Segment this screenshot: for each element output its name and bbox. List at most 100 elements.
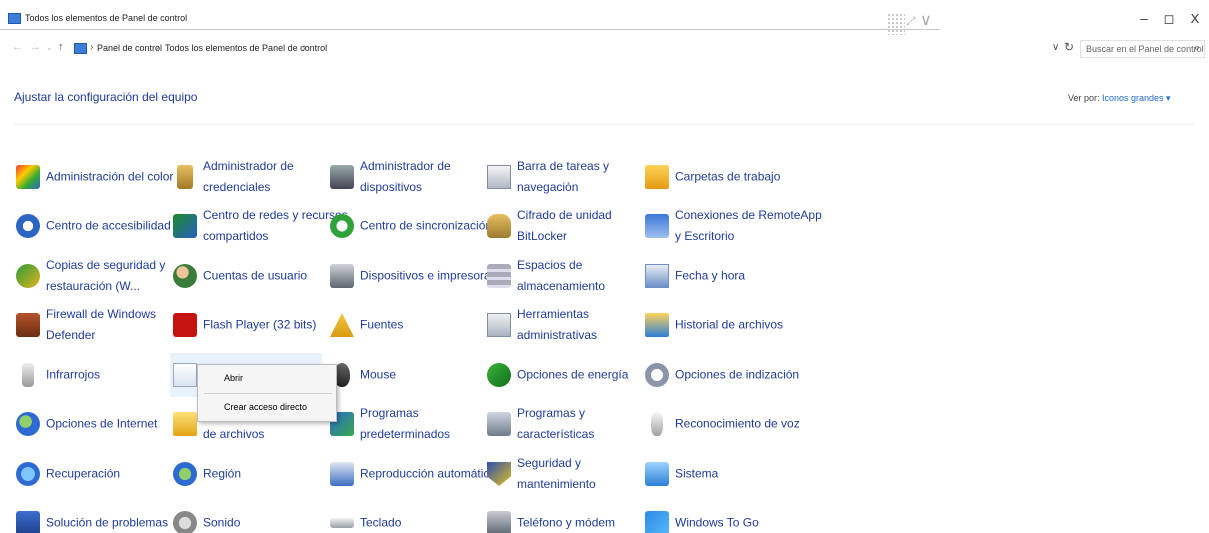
breadcrumb-control-panel[interactable]: Panel de control: [97, 43, 162, 53]
control-panel-item[interactable]: Centro de accesibilidad: [16, 204, 171, 248]
control-panel-item[interactable]: Copias de seguridad y restauración (W...: [16, 254, 166, 298]
breadcrumb-separator-icon[interactable]: ›: [156, 42, 159, 53]
control-panel-item[interactable]: Administración del color: [16, 155, 173, 199]
control-panel-item[interactable]: Solución de problemas: [16, 501, 169, 533]
item-label-line: predeterminados: [360, 427, 451, 441]
item-label: Administración del color: [46, 167, 173, 188]
chevron-down-icon[interactable]: ∨: [920, 10, 932, 30]
firewall-icon: [16, 313, 40, 337]
control-panel-item[interactable]: Firewall de Windows Defender: [16, 303, 166, 347]
context-menu-create-shortcut[interactable]: Crear acceso directo: [199, 402, 335, 412]
control-panel-item[interactable]: Conexiones de RemoteApp y Escritorio: [645, 204, 822, 248]
control-panel-item[interactable]: Opciones de energía: [487, 353, 637, 397]
close-button[interactable]: X: [1185, 11, 1205, 26]
item-label: Administrador de credenciales: [203, 156, 294, 198]
infrared-icon: [22, 363, 34, 387]
control-panel-item[interactable]: Recuperación: [16, 452, 166, 496]
view-by-dropdown[interactable]: Iconos grandes ▾: [1102, 93, 1171, 104]
item-label-line: Historial de archivos: [675, 317, 784, 332]
item-label: Seguridad y mantenimiento: [517, 453, 596, 495]
control-panel-item[interactable]: Sistema: [645, 452, 795, 496]
refresh-icon[interactable]: ↻: [1064, 40, 1074, 54]
control-panel-item[interactable]: Carpetas de trabajo: [645, 155, 795, 199]
control-panel-item[interactable]: Reproducción automática: [330, 452, 496, 496]
control-panel-item[interactable]: Centro de redes y recursos compartidos: [173, 204, 348, 248]
recent-dropdown-icon[interactable]: ⌄: [46, 43, 53, 52]
sound-icon: [173, 511, 197, 533]
item-label-line: Recuperación: [46, 466, 121, 481]
item-label-line: Sonido: [203, 515, 241, 530]
control-panel-item[interactable]: Teléfono y módem: [487, 501, 637, 533]
item-label: Opciones de energía: [517, 365, 628, 386]
color-management-icon: [16, 165, 40, 189]
item-label-line: de archivos: [203, 427, 265, 441]
item-label-line: Espacios de: [517, 258, 583, 272]
breadcrumb-separator-icon[interactable]: ›: [303, 42, 306, 53]
control-panel-item[interactable]: Fuentes: [330, 303, 480, 347]
breadcrumb-separator-icon[interactable]: ›: [90, 42, 93, 53]
item-label-line: Infrarrojos: [46, 367, 101, 382]
control-panel-item[interactable]: Historial de archivos: [645, 303, 795, 347]
context-menu-open[interactable]: Abrir: [199, 373, 335, 383]
control-panel-item[interactable]: Opciones de indización: [645, 353, 799, 397]
indexing-options-icon: [645, 363, 669, 387]
item-label-line: Carpetas de trabajo: [675, 169, 781, 184]
item-label-line: almacenamiento: [517, 279, 606, 293]
item-label: Cifrado de unidad BitLocker: [517, 205, 612, 247]
item-label: Historial de archivos: [675, 315, 783, 336]
item-label: Centro de sincronización: [360, 216, 492, 237]
control-panel-item[interactable]: Sonido: [173, 501, 323, 533]
control-panel-item[interactable]: Cifrado de unidad BitLocker: [487, 204, 637, 248]
devices-printers-icon: [330, 264, 354, 288]
control-panel-item[interactable]: Infrarrojos: [16, 353, 166, 397]
minimize-button[interactable]: –: [1134, 11, 1154, 26]
item-label: Mouse: [360, 365, 396, 386]
control-panel-item[interactable]: Centro de sincronización: [330, 204, 492, 248]
item-label-line: Reconocimiento de voz: [675, 416, 800, 431]
control-panel-item[interactable]: Programas y características: [487, 402, 637, 446]
item-label: Opciones de indización: [675, 365, 799, 386]
control-panel-item[interactable]: Cuentas de usuario: [173, 254, 323, 298]
control-panel-item[interactable]: Fecha y hora: [645, 254, 795, 298]
title-divider: [0, 29, 940, 30]
control-panel-item[interactable]: Región: [173, 452, 323, 496]
control-panel-item[interactable]: Opciones de Internet: [16, 402, 166, 446]
region-icon: [173, 462, 197, 486]
autoplay-icon: [330, 462, 354, 486]
control-panel-item[interactable]: Mouse: [330, 353, 480, 397]
control-panel-item[interactable]: Espacios de almacenamiento: [487, 254, 637, 298]
control-panel-item[interactable]: Flash Player (32 bits): [173, 303, 323, 347]
control-panel-item[interactable]: Administrador de dispositivos: [330, 155, 480, 199]
back-arrow-icon[interactable]: ←: [12, 41, 23, 53]
keyboard-icon: [330, 518, 354, 528]
control-panel-item[interactable]: Seguridad y mantenimiento: [487, 452, 637, 496]
control-panel-item[interactable]: Reconocimiento de voz: [645, 402, 800, 446]
search-input[interactable]: Buscar en el Panel de control ⌕: [1080, 40, 1205, 58]
item-label: Teclado: [360, 513, 401, 533]
control-panel-item[interactable]: Windows To Go: [645, 501, 795, 533]
sync-center-icon: [330, 214, 354, 238]
forward-arrow-icon[interactable]: →: [30, 41, 41, 53]
item-label: Espacios de almacenamiento: [517, 255, 605, 297]
system-icon: [645, 462, 669, 486]
control-panel-item[interactable]: Barra de tareas y navegación: [487, 155, 637, 199]
item-label-line: Fuentes: [360, 317, 404, 332]
control-panel-item[interactable]: Herramientas administrativas: [487, 303, 637, 347]
item-label-line: Firewall de Windows: [46, 307, 157, 321]
address-dropdown-icon[interactable]: ∨: [1052, 42, 1059, 53]
item-label: Fecha y hora: [675, 266, 745, 287]
item-label-line: Teléfono y módem: [517, 515, 616, 530]
item-label-line: Solución de problemas: [46, 515, 169, 530]
maximize-button[interactable]: ◻: [1159, 11, 1179, 27]
item-label-line: dispositivos: [360, 180, 423, 194]
item-label-line: mantenimiento: [517, 477, 596, 491]
control-panel-item[interactable]: Administrador de credenciales: [173, 155, 323, 199]
control-panel-icon: [8, 13, 21, 24]
user-accounts-icon: [173, 264, 197, 288]
search-icon[interactable]: ⌕: [1194, 42, 1200, 55]
control-panel-item[interactable]: Programas predeterminados: [330, 402, 480, 446]
up-arrow-icon[interactable]: ↑: [58, 41, 64, 53]
control-panel-item[interactable]: Dispositivos e impresoras: [330, 254, 497, 298]
item-label: Centro de redes y recursos compartidos: [203, 205, 348, 247]
control-panel-item[interactable]: Teclado: [330, 501, 480, 533]
